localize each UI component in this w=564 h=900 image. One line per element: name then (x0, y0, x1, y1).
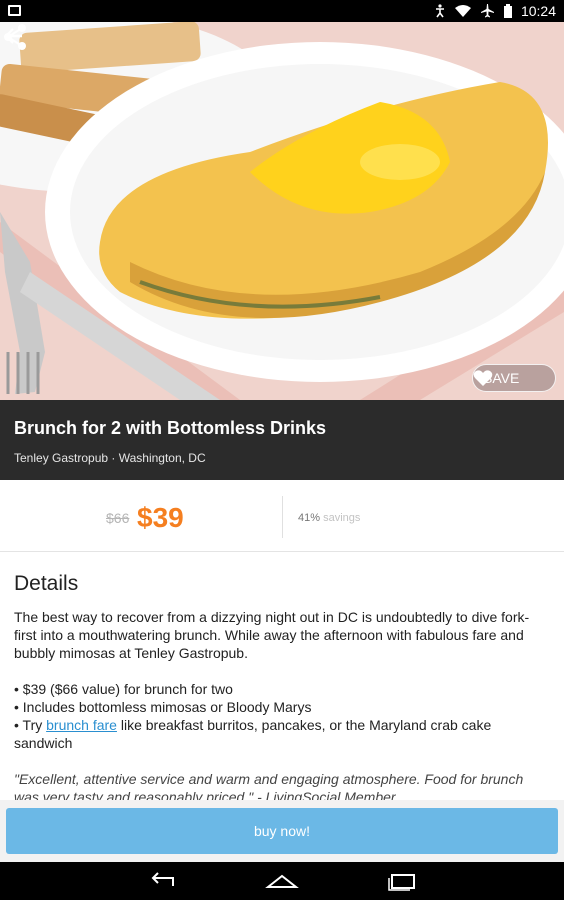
details-body: The best way to recover from a dizzying … (14, 608, 548, 752)
price-row: $66 $39 41% savings (0, 480, 564, 552)
accessibility-icon (435, 4, 444, 18)
nav-home-icon[interactable] (264, 871, 300, 891)
member-review-quote: "Excellent, attentive service and warm a… (14, 771, 524, 800)
bullet-price: • $39 ($66 value) for brunch for two (14, 681, 233, 697)
deal-photo: SAVE (0, 22, 564, 400)
savings-label: savings (323, 512, 361, 524)
savings-percent: 41% (298, 512, 321, 524)
brunch-fare-link[interactable]: brunch fare (46, 717, 117, 733)
merchant-location: Tenley Gastropub · Washington, DC (14, 451, 206, 465)
nav-recents-icon[interactable] (384, 871, 420, 891)
deal-title: Brunch for 2 with Bottomless Drinks (14, 418, 327, 438)
system-navigation-bar (0, 862, 564, 900)
battery-icon (503, 4, 512, 18)
heart-icon (473, 370, 493, 386)
status-bar: 10:24 (0, 0, 564, 22)
savings-text: 41% savings (298, 512, 360, 524)
bullet-drinks: • Includes bottomless mimosas or Bloody … (14, 699, 312, 715)
status-time: 10:24 (520, 3, 556, 19)
buy-now-button[interactable]: buy now! (6, 808, 558, 854)
nav-back-icon[interactable] (145, 871, 181, 891)
details-heading: Details (14, 572, 79, 595)
original-price: $66 (106, 510, 130, 526)
deal-title-band (0, 400, 564, 480)
dc-text: DC (337, 609, 358, 625)
price-divider (282, 496, 283, 538)
details-intro: The best way to recover from a dizzying … (14, 609, 530, 661)
share-icon[interactable] (0, 22, 30, 52)
airplane-icon (480, 4, 494, 18)
current-price: $39 (137, 502, 184, 533)
wifi-icon (454, 4, 471, 17)
save-button[interactable]: SAVE (472, 364, 556, 392)
bullet-fare: • Try brunch fare like breakfast burrito… (14, 717, 492, 751)
gallery-notification-icon (8, 5, 21, 16)
omelette-image (0, 22, 564, 400)
